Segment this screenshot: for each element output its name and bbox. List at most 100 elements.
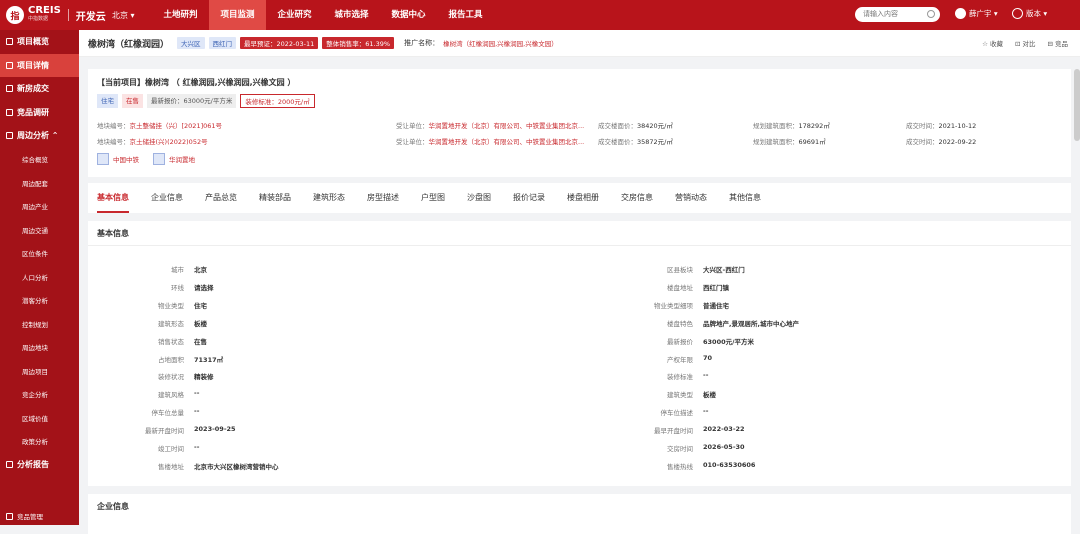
field-label: 受让单位： <box>396 122 429 130</box>
menu-icon <box>6 61 13 69</box>
divider <box>88 245 1071 246</box>
field-value: 38420元/㎡ <box>637 122 673 130</box>
tab[interactable]: 户型图 <box>421 183 445 213</box>
field-value[interactable]: 京土整储挂（兴）[2021]061号 <box>130 122 223 130</box>
sidebar-subitem[interactable]: 周边产业 <box>0 195 79 219</box>
field-label: 成交楼面价： <box>598 122 637 130</box>
developer-link[interactable]: 华润置地 <box>153 153 195 165</box>
land-field: 规划建筑面积：69691㎡ <box>753 136 826 146</box>
sidebar-subitem[interactable]: 综合概览 <box>0 148 79 172</box>
report-icon <box>6 461 13 469</box>
sidebar-item[interactable]: 新房成交 <box>0 77 79 101</box>
nav-item[interactable]: 报告工具 <box>437 0 494 30</box>
tab[interactable]: 精装部品 <box>259 183 291 213</box>
sidebar-subitem[interactable]: 竞企分析 <box>0 383 79 407</box>
info-key: 产权年限 <box>667 355 693 364</box>
field-value: 2022-09-22 <box>938 138 977 146</box>
sidebar-subitem[interactable]: 区域价值 <box>0 406 79 430</box>
tab[interactable]: 企业信息 <box>151 183 183 213</box>
status-tag: 在售 <box>122 94 143 108</box>
sidebar-item[interactable]: 竞品调研 <box>0 101 79 125</box>
sidebar-subitem[interactable]: 人口分析 <box>0 265 79 289</box>
user-name: 薛广宇 ▾ <box>969 9 998 18</box>
nav-item[interactable]: 城市选择 <box>323 0 380 30</box>
sidebar-footer[interactable]: 竞品管理 <box>6 511 43 521</box>
field-label: 成交时间： <box>906 138 939 146</box>
company-info-panel: 企业信息 <box>88 494 1071 534</box>
field-value: 2021-10-12 <box>938 122 977 130</box>
tab[interactable]: 交房信息 <box>621 183 653 213</box>
field-value[interactable]: 京土储挂(兴)(2022)052号 <box>130 138 208 146</box>
tab[interactable]: 产品总览 <box>205 183 237 213</box>
sidebar: 项目概览 项目详情 新房成交 竞品调研 周边分析 ⌃ 综合概览 周边配套 周边产业 周边交通区… <box>0 30 79 525</box>
version-icon <box>1012 8 1023 19</box>
version-menu[interactable]: 版本 ▾ <box>1012 8 1047 19</box>
sidebar-item[interactable]: 周边分析 ⌃ <box>0 124 79 148</box>
sidebar-item[interactable]: 项目详情 <box>0 53 79 77</box>
info-key: 楼盘地址 <box>667 283 693 292</box>
land-field: 成交时间：2021-10-12 <box>906 120 976 130</box>
sidebar-subitem[interactable]: 周边项目 <box>0 359 79 383</box>
user-menu[interactable]: 薛广宇 ▾ <box>955 8 998 19</box>
compare-button[interactable]: ⊡ 对比 <box>1015 38 1036 48</box>
sidebar-subitem[interactable]: 周边地块 <box>0 336 79 360</box>
search-icon[interactable] <box>927 10 935 18</box>
nav-item[interactable]: 数据中心 <box>380 0 437 30</box>
tab[interactable]: 基本信息 <box>97 183 129 213</box>
city-selector[interactable]: 北京 ▾ <box>112 10 152 21</box>
sidebar-subitem[interactable]: 区位条件 <box>0 242 79 266</box>
field-label: 地块编号： <box>97 138 130 146</box>
section-title: 企业信息 <box>97 502 129 511</box>
sidebar-subitem[interactable]: 周边配套 <box>0 171 79 195</box>
brand-sub: 中指数据 <box>28 16 49 22</box>
sidebar-item-report[interactable]: 分析报告 <box>0 453 79 477</box>
field-value[interactable]: 华润置地开发（北京）有限公司、中铁置业集团北京... <box>429 122 585 130</box>
developer-link[interactable]: 中国中铁 <box>97 153 139 165</box>
main-content: 橡树湾（红橡润园） 大兴区 西红门 最早预证：2022-03-11 整体销售率：… <box>79 30 1080 534</box>
avatar <box>955 8 966 19</box>
tab[interactable]: 报价记录 <box>513 183 545 213</box>
info-key: 装修标准 <box>667 373 693 382</box>
manage-icon <box>6 512 13 520</box>
info-value: 010-63530606 <box>703 460 756 469</box>
info-row: 交房时间 2026-05-30 <box>88 443 745 453</box>
nav-item[interactable]: 土地研判 <box>152 0 209 30</box>
info-key: 交房时间 <box>667 445 693 453</box>
field-value[interactable]: 华润置地开发（北京）有限公司、中铁置业集团北京... <box>429 138 585 146</box>
tab[interactable]: 沙盘图 <box>467 183 491 213</box>
top-navbar: 指 CREIS 中指数据 开发云 北京 ▾ 土地研判 项目监测 企业研究 城市选择 数据中… <box>0 0 1080 30</box>
tab[interactable]: 房型描述 <box>367 183 399 213</box>
info-value: 板楼 <box>703 391 716 400</box>
info-row: 区县板块 大兴区-西红门 <box>88 264 745 274</box>
promo-label: 推广名称： <box>404 39 440 47</box>
info-row: 产权年限 70 <box>88 354 712 364</box>
sidebar-subitem[interactable]: 周边交通 <box>0 218 79 242</box>
sidebar-subitem[interactable]: 控制规划 <box>0 312 79 336</box>
sidebar-subitem[interactable]: 政策分析 <box>0 430 79 454</box>
developer-name: 中国中铁 <box>113 156 139 164</box>
tab[interactable]: 楼盘相册 <box>567 183 599 213</box>
info-value: -- <box>703 371 709 380</box>
scrollbar[interactable] <box>1074 69 1080 141</box>
nav-item[interactable]: 项目监测 <box>209 0 266 30</box>
info-row: 停车位描述 -- <box>88 407 709 417</box>
sidebar-item[interactable]: 项目概览 <box>0 30 79 54</box>
info-value: 70 <box>703 353 713 362</box>
nav-item[interactable]: 企业研究 <box>266 0 323 30</box>
info-value: -- <box>703 407 709 416</box>
field-value: 178292㎡ <box>798 122 830 130</box>
land-field: 成交楼面价：35872元/㎡ <box>598 136 673 146</box>
logo[interactable]: 指 CREIS 中指数据 开发云 <box>0 6 110 24</box>
competitor-button[interactable]: ⊟ 竞品 <box>1047 38 1068 48</box>
developer-name: 华润置地 <box>169 156 195 164</box>
sidebar-subitem[interactable]: 潜客分析 <box>0 289 79 313</box>
tab[interactable]: 其他信息 <box>729 183 761 213</box>
info-key: 区县板块 <box>667 266 693 274</box>
tab[interactable]: 建筑形态 <box>313 183 345 213</box>
field-label: 成交楼面价： <box>598 138 637 146</box>
land-field: 规划建筑面积：178292㎡ <box>753 120 830 130</box>
info-row: 物业类型细项 普通住宅 <box>88 300 729 310</box>
favorite-button[interactable]: ☆ 收藏 <box>982 38 1003 48</box>
tab[interactable]: 营销动态 <box>675 183 707 213</box>
land-field: 成交楼面价：38420元/㎡ <box>598 120 673 130</box>
